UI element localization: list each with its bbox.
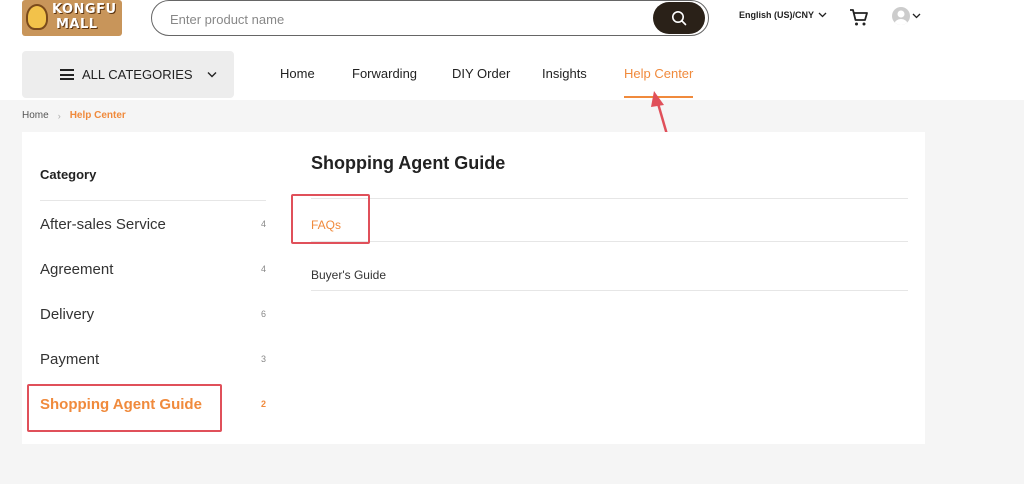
logo-text-line2: MALL (56, 17, 98, 32)
breadcrumb-separator-icon: › (57, 110, 61, 121)
all-categories-label: ALL CATEGORIES (82, 67, 193, 82)
category-item-label: Payment (40, 350, 100, 368)
chevron-down-icon (912, 13, 921, 19)
nav-diy-order[interactable]: DIY Order (452, 66, 510, 96)
user-icon (894, 10, 908, 25)
breadcrumb: Home › Help Center (22, 110, 126, 121)
search-bar (151, 0, 709, 36)
user-account-menu[interactable] (892, 7, 921, 25)
nav-forwarding[interactable]: Forwarding (352, 66, 417, 96)
category-item-label: Agreement (40, 260, 114, 278)
chevron-down-icon (818, 12, 827, 18)
breadcrumb-current: Help Center (69, 110, 126, 121)
category-item-count: 2 (260, 399, 266, 409)
section-title: Shopping Agent Guide (311, 153, 506, 173)
menu-icon (60, 69, 74, 80)
category-item-delivery[interactable]: Delivery 6 (40, 299, 266, 329)
category-item-count: 6 (260, 309, 266, 319)
logo-text-line1: KONGFU (52, 2, 117, 17)
cart-icon[interactable] (849, 7, 869, 27)
article-divider (311, 241, 908, 242)
category-heading: Category (40, 167, 97, 182)
category-item-payment[interactable]: Payment 3 (40, 344, 266, 374)
top-header: KONGFU MALL English (US)/CNY (0, 0, 1024, 100)
category-item-count: 4 (260, 264, 266, 274)
category-item-agreement[interactable]: Agreement 4 (40, 254, 266, 284)
nav-insights[interactable]: Insights (542, 66, 587, 96)
all-categories-button[interactable]: ALL CATEGORIES (22, 51, 234, 98)
nav-home[interactable]: Home (280, 66, 315, 96)
search-icon (672, 11, 687, 26)
language-currency-selector[interactable]: English (US)/CNY (739, 10, 827, 20)
mascot-icon (26, 4, 48, 30)
category-item-count: 4 (260, 219, 266, 229)
chevron-down-icon (207, 72, 217, 78)
search-input[interactable] (170, 9, 630, 29)
category-divider (40, 200, 266, 201)
kongfu-mall-logo[interactable]: KONGFU MALL (22, 0, 122, 36)
breadcrumb-home[interactable]: Home (22, 110, 49, 121)
section-divider (311, 198, 908, 199)
annotation-highlight-faqs (291, 194, 370, 244)
category-item-label: After-sales Service (40, 215, 166, 233)
annotation-highlight-shopping-agent-guide (27, 384, 222, 432)
category-item-count: 3 (260, 354, 266, 364)
category-item-label: Delivery (40, 305, 95, 323)
language-label: English (US)/CNY (739, 10, 815, 20)
search-button[interactable] (653, 2, 705, 34)
article-divider (311, 290, 908, 291)
avatar (892, 7, 910, 25)
article-link-buyers-guide[interactable]: Buyer's Guide (311, 268, 386, 282)
category-item-after-sales-service[interactable]: After-sales Service 4 (40, 209, 266, 239)
